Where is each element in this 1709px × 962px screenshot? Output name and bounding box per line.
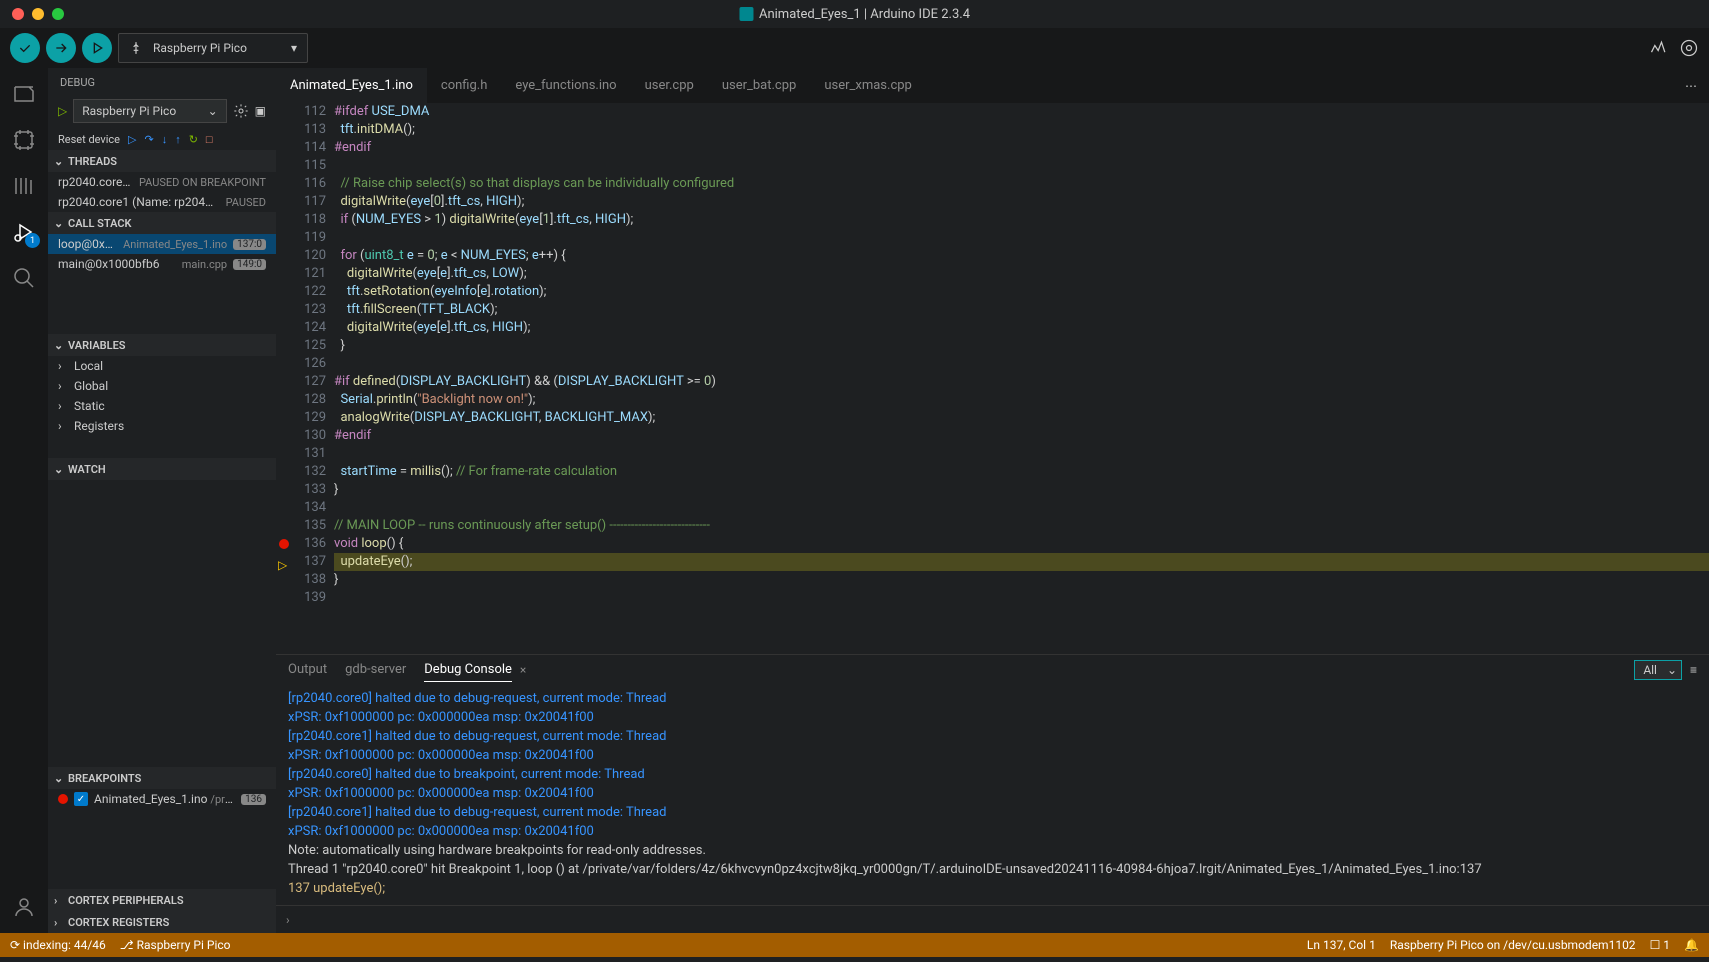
chevron-down-icon: ⌄ [208,104,218,118]
cortex-periph-header[interactable]: ›CORTEX PERIPHERALS [48,889,276,911]
variable-scope[interactable]: ›Global [48,376,276,396]
console-input[interactable]: › [276,905,1709,933]
editor-tab[interactable]: user.cpp [631,68,708,103]
debug-button[interactable] [82,33,112,63]
account-icon[interactable] [12,895,36,919]
verify-button[interactable] [10,33,40,63]
sidebar-title: DEBUG [48,68,276,93]
callstack-header[interactable]: ⌄CALL STACK [48,212,276,234]
editor-tab[interactable]: user_xmas.cpp [810,68,926,103]
debug-config-select[interactable]: Raspberry Pi Pico⌄ [73,99,226,123]
panel-tab[interactable]: gdb-server [345,658,406,682]
stack-frame[interactable]: loop@0x10003...Animated_Eyes_1.ino137:0 [48,234,276,254]
window-title: Animated_Eyes_1 | Arduino IDE 2.3.4 [739,7,970,22]
variable-scope[interactable]: ›Registers [48,416,276,436]
step-into-button[interactable]: ↓ [162,133,168,146]
serial-monitor-icon[interactable] [1679,38,1699,58]
serial-plotter-icon[interactable] [1649,38,1669,58]
status-indexing[interactable]: ⟳ indexing: 44/46 [10,938,106,952]
titlebar: Animated_Eyes_1 | Arduino IDE 2.3.4 [0,0,1709,28]
variables-header[interactable]: ⌄VARIABLES [48,334,276,356]
panel-tab[interactable]: Output [288,658,327,682]
stack-frame[interactable]: main@0x1000bfb6main.cpp149:0 [48,254,276,274]
restart-button[interactable]: ↻ [189,133,198,146]
debug-console[interactable]: [rp2040.core0] halted due to debug-reque… [276,685,1709,905]
filter-select[interactable]: All ⌄ [1634,660,1682,680]
close-panel-button[interactable]: × [520,663,526,677]
variable-scope[interactable]: ›Local [48,356,276,376]
bottom-panel: Outputgdb-serverDebug Console × All ⌄ ≡ … [276,654,1709,933]
clear-button[interactable]: ≡ [1690,663,1697,677]
editor-tab[interactable]: eye_functions.ino [501,68,630,103]
library-icon[interactable] [12,174,36,198]
status-notifications[interactable]: ☐ 1 [1650,938,1670,952]
editor-area: Animated_Eyes_1.inoconfig.heye_functions… [276,68,1709,933]
breakpoint-row[interactable]: ✓Animated_Eyes_1.ino /private/var/...136 [48,789,276,809]
board-selector[interactable]: Raspberry Pi Pico ▾ [118,33,308,63]
thread-row[interactable]: rp2040.core0 (...PAUSED ON BREAKPOINT [48,172,276,192]
upload-button[interactable] [46,33,76,63]
step-over-button[interactable]: ↷ [144,133,153,146]
tab-menu-button[interactable]: ⋯ [1673,79,1709,93]
debug-console-icon[interactable]: ▣ [255,104,266,118]
window-controls [12,8,64,20]
continue-button[interactable]: ▷ [128,133,136,146]
maximize-button[interactable] [52,8,64,20]
close-button[interactable] [12,8,24,20]
thread-row[interactable]: rp2040.core1 (Name: rp2040.core...PAUSED [48,192,276,212]
cortex-reg-header[interactable]: ›CORTEX REGISTERS [48,911,276,933]
code-editor[interactable]: ▷ 11211311411511611711811912012112212312… [276,103,1709,654]
debug-view-icon[interactable]: 1 [12,220,36,244]
gear-icon[interactable] [233,103,249,119]
status-port[interactable]: Raspberry Pi Pico on /dev/cu.usbmodem110… [1390,938,1636,952]
step-out-button[interactable]: ↑ [175,133,181,146]
status-board[interactable]: ⎇ Raspberry Pi Pico [120,938,231,952]
status-bar: ⟳ indexing: 44/46 ⎇ Raspberry Pi Pico Ln… [0,933,1709,957]
activity-bar: 1 [0,68,48,933]
start-debug-button[interactable]: ▷ [58,104,67,118]
toolbar: Raspberry Pi Pico ▾ [0,28,1709,68]
breakpoints-header[interactable]: ⌄BREAKPOINTS [48,767,276,789]
status-bell-icon[interactable]: 🔔 [1684,938,1699,952]
debug-badge: 1 [25,233,40,248]
status-cursor[interactable]: Ln 137, Col 1 [1307,938,1376,952]
editor-tab[interactable]: config.h [427,68,502,103]
stop-button[interactable]: □ [206,133,213,146]
editor-tab[interactable]: user_bat.cpp [708,68,811,103]
panel-tab[interactable]: Debug Console [424,658,512,682]
chevron-down-icon: ▾ [291,41,297,55]
usb-icon [129,41,143,55]
minimize-button[interactable] [32,8,44,20]
variable-scope[interactable]: ›Static [48,396,276,416]
reset-device-button[interactable]: Reset device [58,133,120,146]
explorer-icon[interactable] [12,82,36,106]
editor-tabs: Animated_Eyes_1.inoconfig.heye_functions… [276,68,1709,103]
debug-sidebar: DEBUG ▷ Raspberry Pi Pico⌄ ▣ Reset devic… [48,68,276,933]
boards-icon[interactable] [12,128,36,152]
watch-header[interactable]: ⌄WATCH [48,458,276,480]
threads-header[interactable]: ⌄THREADS [48,150,276,172]
search-icon[interactable] [12,266,36,290]
arduino-icon [739,7,753,21]
editor-tab[interactable]: Animated_Eyes_1.ino [276,68,427,103]
